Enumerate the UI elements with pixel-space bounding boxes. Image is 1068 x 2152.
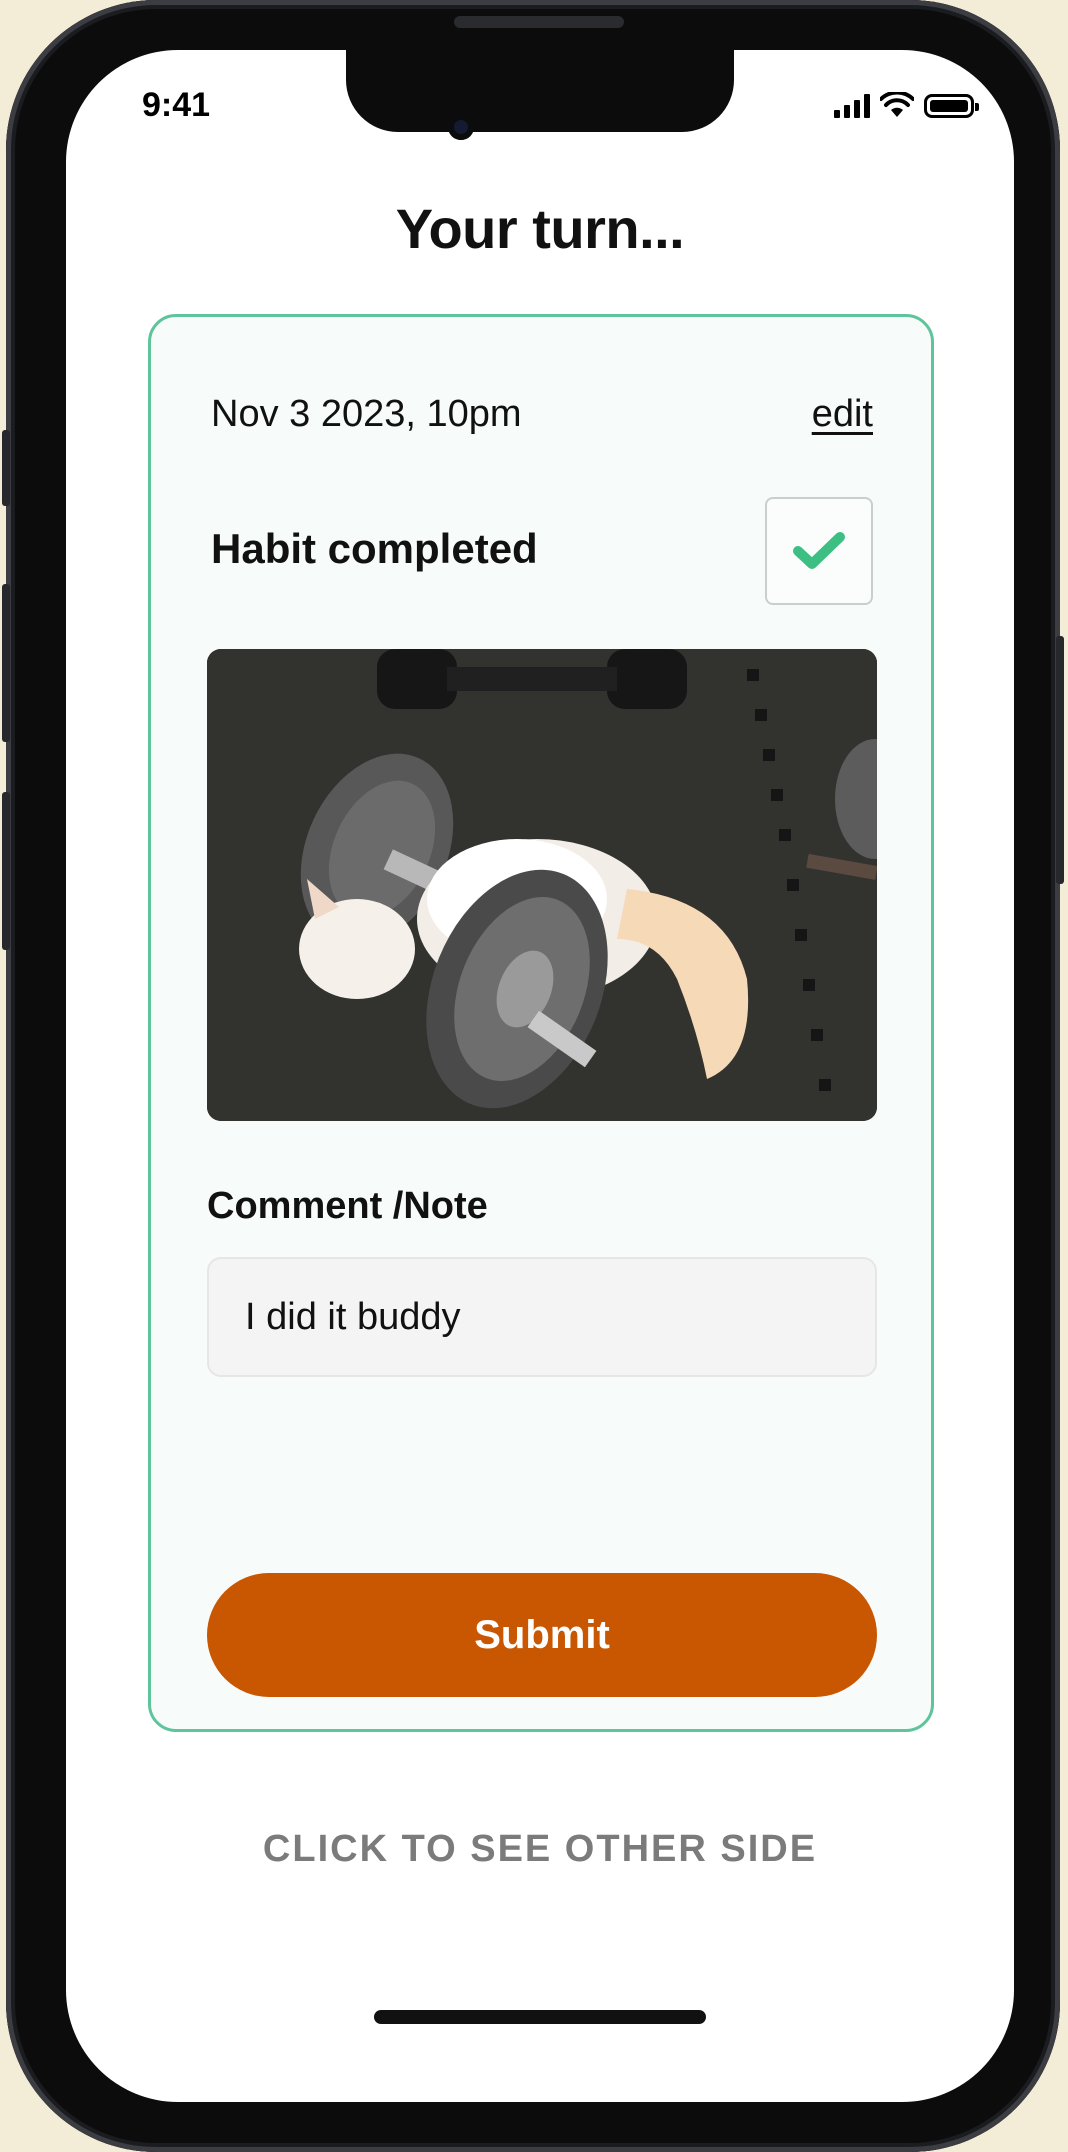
power-button (1056, 636, 1064, 884)
submit-button[interactable]: Submit (207, 1573, 877, 1697)
status-icons (834, 90, 979, 118)
volume-up-button (2, 584, 10, 742)
phone-frame: 9:41 Your turn... Nov 3 2023, 10pm edit … (2, 0, 1064, 2152)
status-time: 9:41 (142, 86, 211, 124)
battery-icon (924, 94, 979, 118)
habit-photo (207, 649, 877, 1121)
habit-completed-label: Habit completed (211, 525, 538, 572)
cellular-signal-icon (834, 94, 870, 118)
see-other-side-link[interactable]: CLICK TO SEE OTHER SIDE (66, 1828, 1014, 1871)
home-indicator[interactable] (374, 2010, 706, 2024)
speaker (454, 16, 624, 28)
notch (346, 50, 734, 132)
mute-switch (2, 430, 10, 506)
habit-completed-checkbox[interactable] (765, 497, 873, 605)
habit-card: Nov 3 2023, 10pm edit Habit completed Co… (148, 314, 934, 1732)
screen: 9:41 Your turn... Nov 3 2023, 10pm edit … (66, 50, 1014, 2102)
page-title: Your turn... (395, 197, 685, 260)
entry-date: Nov 3 2023, 10pm (211, 393, 522, 435)
comment-label: Comment /Note (207, 1185, 488, 1227)
camera-icon (448, 114, 474, 140)
edit-link[interactable]: edit (812, 393, 873, 436)
checkmark-icon (793, 532, 845, 569)
comment-input[interactable]: I did it buddy (207, 1257, 877, 1377)
volume-down-button (2, 792, 10, 950)
wifi-icon (880, 92, 914, 117)
